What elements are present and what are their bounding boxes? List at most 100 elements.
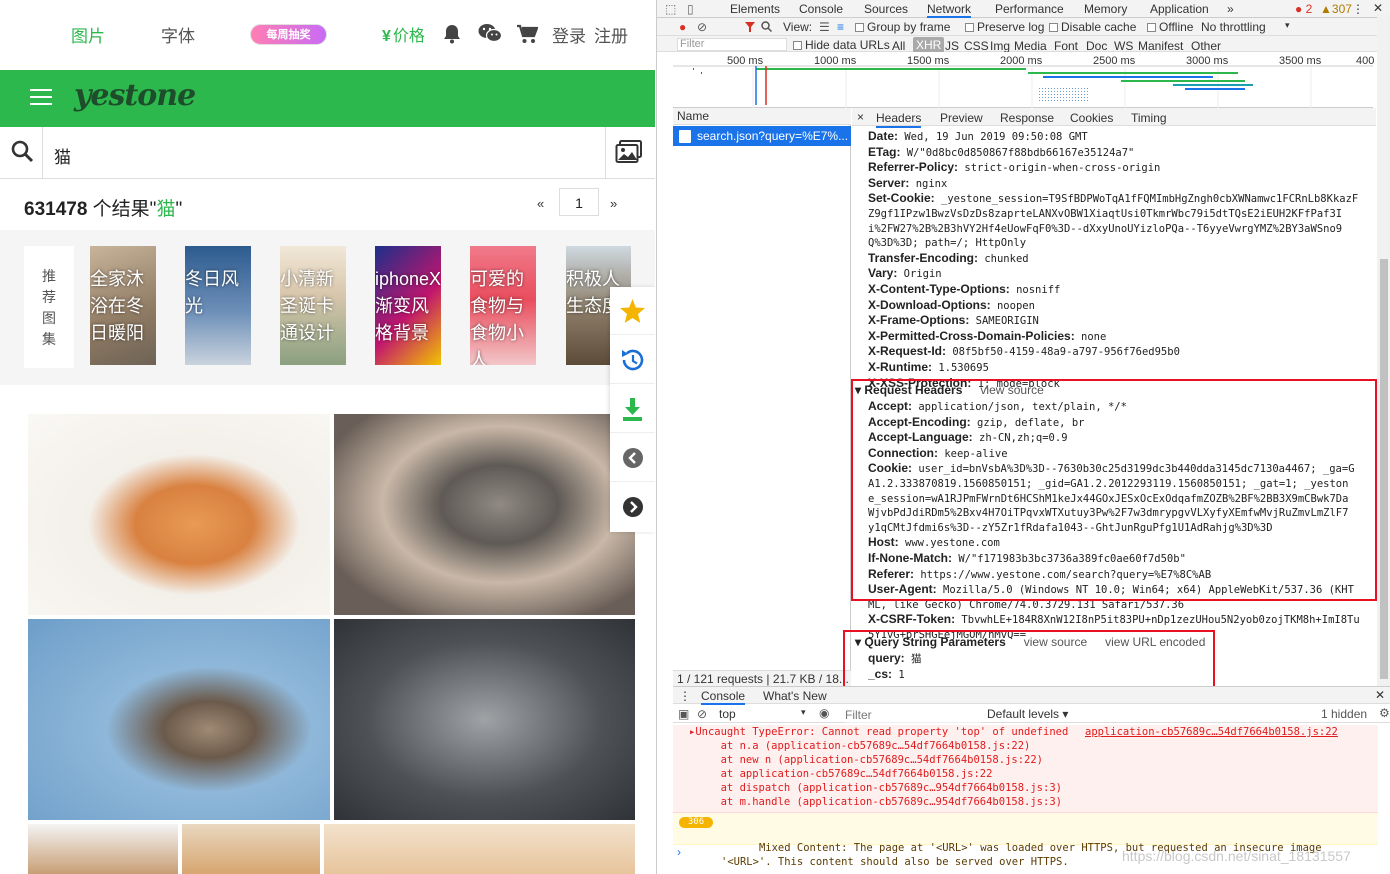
search-icon[interactable] (761, 21, 772, 32)
clear-console-icon[interactable]: ⊘ (697, 707, 707, 721)
next-button[interactable] (610, 483, 655, 531)
tab-memory[interactable]: Memory (1084, 2, 1127, 16)
offline-checkbox[interactable]: Offline (1147, 20, 1193, 34)
tab-timing[interactable]: Timing (1131, 111, 1167, 125)
type-js[interactable]: JS (945, 39, 959, 53)
network-timeline-overview[interactable]: 500 ms 1000 ms 1500 ms 2000 ms 2500 ms 3… (673, 52, 1374, 108)
hamburger-menu-icon[interactable] (30, 89, 52, 107)
drawer-menu-icon[interactable]: ⋮ (679, 689, 691, 703)
cat-photo[interactable] (182, 824, 320, 874)
console-error-message[interactable]: ▸Uncaught TypeError: Cannot read propert… (673, 725, 1378, 813)
tab-more[interactable]: » (1227, 2, 1234, 16)
nav-price[interactable]: ¥ 价格 (382, 22, 425, 46)
console-warning-message[interactable]: 306 Mixed Content: The page at '<URL>' w… (673, 813, 1378, 868)
close-drawer-icon[interactable]: ✕ (1375, 688, 1385, 702)
context-select[interactable]: top ▾ (719, 707, 809, 721)
disable-cache-checkbox[interactable]: Disable cache (1049, 20, 1136, 34)
sidebar-toggle-icon[interactable]: ▣ (678, 707, 689, 721)
nav-pictures[interactable]: 图片 (71, 22, 105, 47)
type-font[interactable]: Font (1054, 39, 1078, 53)
search-input[interactable]: 猫 (54, 143, 71, 168)
request-row-selected[interactable]: search.json?query=%E7%... (673, 126, 851, 146)
tab-cookies[interactable]: Cookies (1070, 111, 1113, 125)
type-media[interactable]: Media (1014, 39, 1047, 53)
close-detail-icon[interactable]: × (857, 110, 864, 124)
top-navigation: 图片 字体 每周抽奖 ¥ 价格 登录 注册 (0, 0, 655, 70)
console-filter-input[interactable]: Filter (845, 708, 981, 723)
tab-response[interactable]: Response (1000, 111, 1054, 125)
tab-elements[interactable]: Elements (730, 2, 780, 16)
register-link[interactable]: 注册 (594, 22, 628, 47)
previous-button[interactable] (610, 434, 655, 482)
name-column-header[interactable]: Name (673, 108, 851, 125)
drawer-tab-whats-new[interactable]: What's New (763, 689, 827, 703)
image-search-icon[interactable] (615, 139, 643, 165)
history-button[interactable] (610, 336, 655, 384)
collection-card[interactable]: iphoneX 渐变风 格背景 (375, 246, 441, 365)
close-devtools-icon[interactable]: ✕ (1373, 1, 1383, 15)
group-by-frame-checkbox[interactable]: Group by frame (855, 20, 950, 34)
prev-page-button[interactable]: « (537, 196, 544, 211)
preserve-log-checkbox[interactable]: Preserve log (965, 20, 1044, 34)
log-levels-select[interactable]: Default levels ▾ (987, 707, 1068, 721)
collection-card[interactable]: 可爱的 食物与 食物小人 (470, 246, 536, 365)
type-manifest[interactable]: Manifest (1138, 39, 1183, 53)
type-doc[interactable]: Doc (1086, 39, 1107, 53)
clear-icon[interactable]: ⊘ (697, 20, 707, 34)
device-toolbar-icon[interactable]: ▯ (687, 2, 694, 16)
cart-icon[interactable] (516, 24, 539, 50)
vertical-scrollbar[interactable] (1377, 14, 1390, 686)
type-other[interactable]: Other (1191, 39, 1221, 53)
page-input[interactable]: 1 (559, 188, 599, 216)
warning-counter[interactable]: ▲307 (1320, 2, 1352, 16)
record-icon[interactable]: ● (679, 20, 686, 34)
drawer-tab-console[interactable]: Console (701, 689, 746, 705)
collection-card[interactable]: 小清新 圣诞卡 通设计 (280, 246, 346, 365)
type-css[interactable]: CSS (964, 39, 989, 53)
bell-icon[interactable] (443, 24, 461, 50)
weekly-lottery-badge[interactable]: 每周抽奖 (250, 24, 327, 45)
gear-icon[interactable]: ⚙ (1379, 706, 1390, 720)
inspect-icon[interactable]: ⬚ (665, 2, 676, 16)
more-options-icon[interactable]: ⋮ (1352, 2, 1364, 16)
tab-headers[interactable]: Headers (876, 111, 922, 128)
cat-photo[interactable] (28, 824, 178, 874)
tab-performance[interactable]: Performance (995, 2, 1064, 16)
tab-console[interactable]: Console (799, 2, 843, 16)
error-source-link[interactable]: application-cb57689c…54df7664b0158.js:22 (1085, 725, 1338, 739)
chevron-down-icon[interactable]: ▾ (1285, 20, 1290, 31)
tab-preview[interactable]: Preview (940, 111, 983, 125)
search-icon[interactable] (10, 139, 34, 163)
console-prompt[interactable]: › (677, 845, 681, 859)
site-logo[interactable]: yestone (74, 78, 196, 113)
tab-network[interactable]: Network (927, 2, 972, 18)
download-button[interactable] (610, 385, 655, 433)
favorite-button[interactable] (610, 287, 655, 335)
overview-icon[interactable]: ≡ (837, 20, 844, 34)
login-link[interactable]: 登录 (552, 22, 586, 47)
next-page-button[interactable]: » (610, 196, 617, 211)
eye-icon[interactable]: ◉ (819, 706, 829, 720)
collection-card[interactable]: 冬日风光 (185, 246, 251, 365)
filter-input[interactable]: Filter (677, 38, 787, 51)
cat-photo[interactable] (334, 619, 635, 820)
filter-icon[interactable] (745, 22, 755, 32)
nav-fonts[interactable]: 字体 (161, 22, 195, 47)
error-counter[interactable]: ● 2 (1295, 2, 1312, 16)
type-img[interactable]: Img (990, 39, 1010, 53)
wechat-icon[interactable] (478, 23, 503, 49)
hide-data-urls-checkbox[interactable]: Hide data URLs (793, 38, 890, 52)
throttling-select[interactable]: No throttling (1201, 20, 1266, 34)
large-rows-icon[interactable]: ☰ (819, 20, 830, 34)
scrollbar-thumb[interactable] (1380, 259, 1388, 679)
cat-photo[interactable] (28, 414, 330, 615)
type-xhr[interactable]: XHR (913, 37, 945, 53)
tab-sources[interactable]: Sources (864, 2, 908, 16)
collection-card[interactable]: 全家沐 浴在冬 日暖阳 (90, 246, 156, 365)
cat-photo[interactable] (334, 414, 635, 615)
cat-photo[interactable] (28, 619, 330, 820)
type-ws[interactable]: WS (1114, 39, 1133, 53)
cat-photo[interactable] (324, 824, 635, 874)
type-all[interactable]: All (892, 39, 905, 53)
tab-application[interactable]: Application (1150, 2, 1209, 16)
